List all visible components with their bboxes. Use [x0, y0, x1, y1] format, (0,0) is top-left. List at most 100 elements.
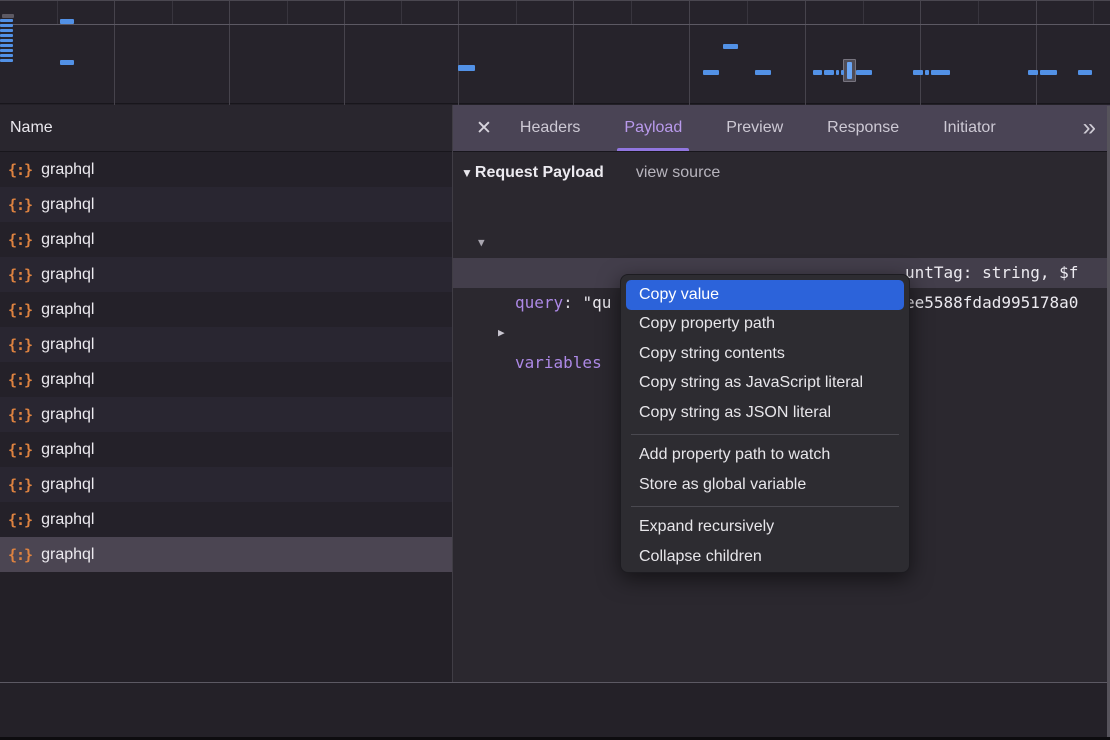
- request-timing-bar: [703, 70, 719, 75]
- request-row[interactable]: {:}graphql: [0, 222, 452, 257]
- json-resource-icon: {:}: [8, 511, 32, 529]
- status-bar: [0, 683, 1110, 737]
- request-row[interactable]: {:}graphql: [0, 327, 452, 362]
- more-tabs-icon[interactable]: »: [1083, 116, 1094, 140]
- request-timing-bar: [0, 44, 13, 47]
- tab-label: Response: [827, 119, 899, 137]
- collapse-triangle-icon[interactable]: ▼: [461, 166, 473, 180]
- menu-item-copy-string-contents[interactable]: Copy string contents: [621, 339, 909, 369]
- payload-preview-row[interactable]: ▼ {operationName: "ipFlowTimeseries", va…: [453, 198, 1110, 228]
- view-source-link[interactable]: view source: [636, 164, 720, 182]
- menu-item-add-property-path-to-watch[interactable]: Add property path to watch: [621, 441, 909, 471]
- json-resource-icon: {:}: [8, 476, 32, 494]
- request-row[interactable]: {:} graphql: [0, 152, 452, 187]
- timeline-gridline-major: [458, 1, 459, 105]
- json-resource-icon: {:}: [8, 406, 32, 424]
- json-resource-icon: {:}: [8, 301, 32, 319]
- query-value-right-fragment: untTag: string, $f: [905, 258, 1078, 288]
- timeline-gridline-major: [114, 1, 115, 105]
- request-timing-bar: [60, 19, 74, 24]
- detail-tabbar: ✕ Headers Payload Preview Response Initiator…: [452, 105, 1110, 152]
- request-timing-bar: [1028, 70, 1038, 75]
- json-resource-icon: {:}: [8, 161, 32, 179]
- tab-initiator[interactable]: Initiator: [943, 105, 995, 151]
- menu-item-expand-recursively[interactable]: Expand recursively: [621, 513, 909, 543]
- request-timing-bar: [1078, 70, 1092, 75]
- request-payload-section-header: ▼ Request Payload view source: [461, 164, 720, 182]
- request-row[interactable]: {:}graphql: [0, 187, 452, 222]
- request-row[interactable]: {:} graphql: [0, 467, 452, 502]
- tab-label: Headers: [520, 119, 580, 137]
- request-row[interactable]: {:}graphql: [0, 397, 452, 432]
- request-row[interactable]: {:} graphql: [0, 292, 452, 327]
- timeline-gridline-minor: [747, 1, 748, 24]
- request-row[interactable]: {:} graphql: [0, 502, 452, 537]
- request-name-label: graphql: [41, 371, 94, 389]
- tab-preview[interactable]: Preview: [726, 105, 783, 151]
- devtools-network-panel: Name ✕ Headers Payload Preview Response Init…: [0, 0, 1110, 740]
- timeline-gridline-minor: [863, 1, 864, 24]
- request-timing-bar: [1040, 70, 1057, 75]
- request-name-label: graphql: [41, 301, 94, 319]
- request-name-label: graphql: [41, 546, 94, 564]
- json-resource-icon: {:}: [8, 266, 32, 284]
- timeline-gridline-minor: [401, 1, 402, 24]
- request-timing-bar: [824, 70, 834, 75]
- request-timing-bar: [841, 70, 844, 75]
- request-row[interactable]: {:} graphql: [0, 432, 452, 467]
- menu-item-store-as-global-variable[interactable]: Store as global variable: [621, 470, 909, 500]
- request-timing-bar: [0, 39, 13, 42]
- pane-divider[interactable]: [452, 105, 453, 737]
- json-resource-icon: {:}: [8, 441, 32, 459]
- request-name-label: graphql: [41, 266, 94, 284]
- section-title: Request Payload: [475, 164, 604, 182]
- menu-item-collapse-children[interactable]: Collapse children: [621, 542, 909, 572]
- timeline-gridline-minor: [287, 1, 288, 24]
- property-key: variables: [515, 348, 602, 378]
- request-timing-bar: [60, 60, 74, 65]
- request-list: {:} graphql {:} graphql {:} graphql {:} graphql…: [0, 152, 452, 682]
- request-timing-bar: [0, 19, 13, 22]
- variables-value-right-fragment: ee5588fdad995178a0: [905, 288, 1078, 318]
- tab-headers[interactable]: Headers: [520, 105, 580, 151]
- request-timing-bar: [755, 70, 771, 75]
- timeline-band-divider: [0, 24, 1110, 25]
- timeline-gridline-major: [344, 1, 345, 105]
- timeline-gridline-major: [1036, 1, 1037, 105]
- request-row[interactable]: {:} graphql: [0, 537, 452, 572]
- timeline-gridline-major: [573, 1, 574, 105]
- expand-triangle-icon[interactable]: ▶: [498, 318, 505, 348]
- tab-label: Initiator: [943, 119, 995, 137]
- request-name-label: graphql: [41, 476, 94, 494]
- active-tab-underline: [617, 148, 689, 151]
- request-timing-bar: [458, 65, 475, 71]
- json-resource-icon: {:}: [8, 231, 32, 249]
- name-column-header[interactable]: Name: [0, 105, 452, 152]
- timeline-gridline-minor: [1093, 1, 1094, 24]
- timeline-gridline-minor: [172, 1, 173, 24]
- operation-name-row[interactable]: operationName: "ipFlowTimeseries": [453, 228, 1110, 258]
- menu-item-copy-string-as-json-literal[interactable]: Copy string as JSON literal: [621, 398, 909, 428]
- tabs-container: Headers Payload Preview Response Initiator: [520, 105, 996, 151]
- tab-payload[interactable]: Payload: [624, 105, 682, 151]
- menu-item-copy-property-path[interactable]: Copy property path: [621, 310, 909, 340]
- timeline-gridline-minor: [978, 1, 979, 24]
- request-name-label: graphql: [41, 196, 94, 214]
- close-icon[interactable]: ✕: [476, 117, 492, 140]
- timeline-gridline-major: [805, 1, 806, 105]
- request-name-label: graphql: [41, 161, 94, 179]
- request-timing-bar: [0, 24, 13, 27]
- json-resource-icon: {:}: [8, 546, 32, 564]
- request-name-label: graphql: [41, 511, 94, 529]
- request-row[interactable]: {:} graphql: [0, 257, 452, 292]
- tab-response[interactable]: Response: [827, 105, 899, 151]
- timeline-gridline-minor: [57, 1, 58, 24]
- request-timing-bar: [925, 70, 929, 75]
- request-row[interactable]: {:}graphql: [0, 362, 452, 397]
- menu-item-copy-string-as-javascript-literal[interactable]: Copy string as JavaScript literal: [621, 369, 909, 399]
- request-timing-bar: [0, 49, 13, 52]
- menu-item-copy-value[interactable]: Copy value: [626, 280, 904, 310]
- request-name-label: graphql: [41, 441, 94, 459]
- network-overview-timeline[interactable]: [0, 0, 1110, 104]
- request-timing-bar: [836, 70, 839, 75]
